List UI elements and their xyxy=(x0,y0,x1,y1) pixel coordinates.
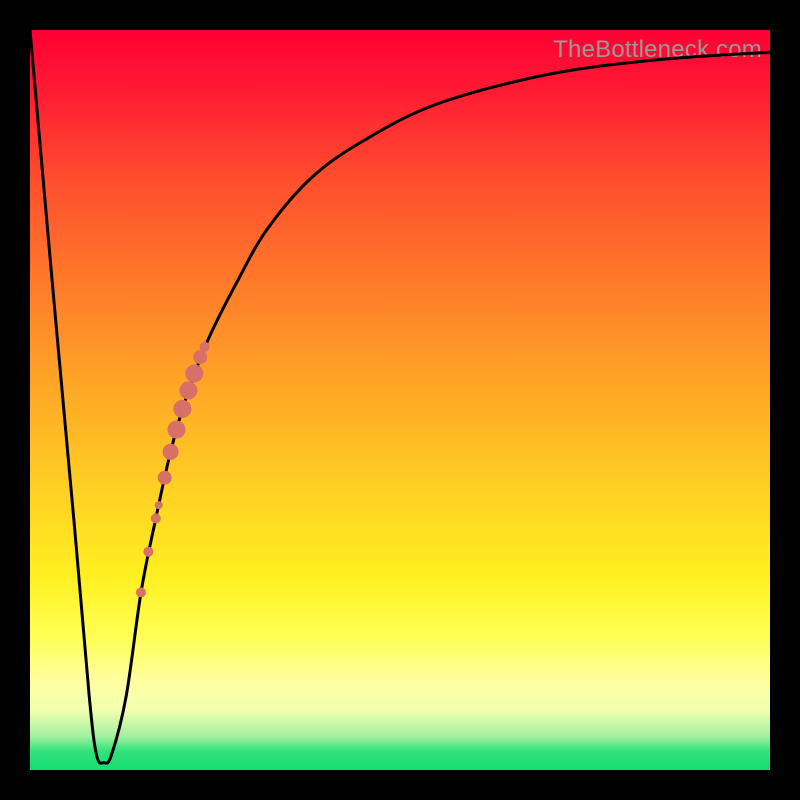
highlight-dot xyxy=(173,400,191,418)
highlight-dot xyxy=(163,444,179,460)
plot-area: TheBottleneck.com xyxy=(30,30,770,770)
highlight-dot xyxy=(185,364,203,382)
highlight-dot xyxy=(200,342,210,352)
chart-svg xyxy=(30,30,770,770)
highlight-dot xyxy=(155,501,163,509)
highlight-dot xyxy=(136,587,146,597)
highlight-dot xyxy=(193,350,207,364)
highlight-dot xyxy=(143,547,153,557)
highlight-dot xyxy=(151,513,161,523)
highlight-dot xyxy=(168,421,186,439)
highlight-dot xyxy=(158,471,172,485)
bottleneck-curve xyxy=(30,30,770,763)
highlight-dot xyxy=(179,381,197,399)
chart-frame: TheBottleneck.com xyxy=(0,0,800,800)
